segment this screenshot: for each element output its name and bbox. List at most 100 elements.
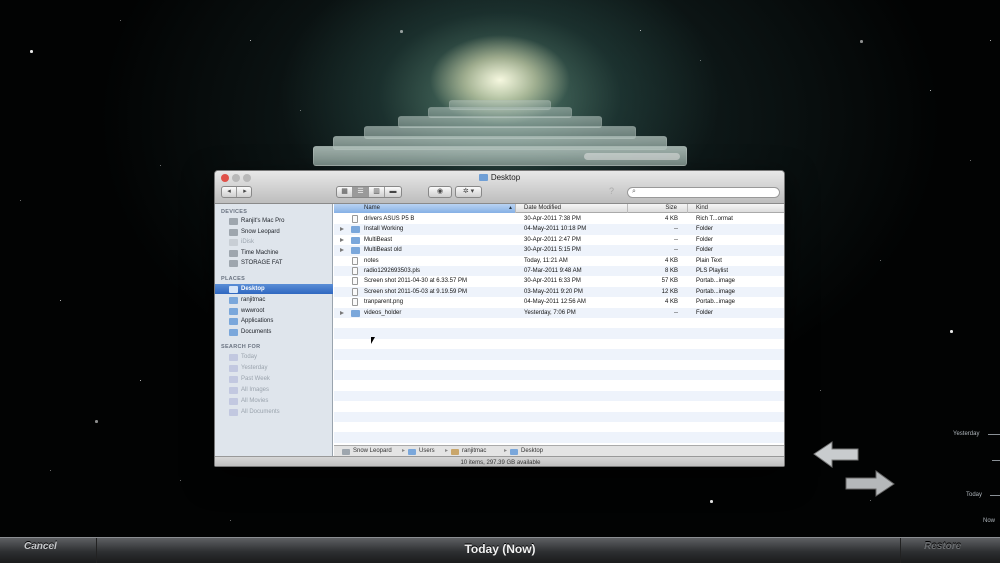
path-bar: Snow Leopard ▸ Users ▸ ranjitmac ▸ Desktop — [334, 445, 784, 456]
column-header-date[interactable]: Date Modified — [516, 204, 628, 213]
column-header-kind[interactable]: Kind — [688, 204, 784, 213]
cell-name: MultiBeast old — [364, 247, 402, 254]
timeline-now[interactable]: Now — [983, 518, 995, 524]
sidebar-item-all-movies[interactable]: All Movies — [215, 396, 333, 406]
star — [120, 20, 122, 22]
navigation-arrows[interactable] — [806, 440, 902, 500]
forward-in-time-arrow-icon[interactable] — [845, 470, 895, 497]
action-menu-button[interactable]: ✲ ▾ — [455, 186, 482, 198]
smart-search-icon — [229, 387, 238, 394]
cover-flow-icon[interactable]: ▬ — [385, 187, 401, 197]
backup-window-stack-1[interactable] — [313, 146, 687, 166]
table-row[interactable]: MultiBeast old 30-Apr-2011 5:15 PM -- Folde… — [334, 245, 784, 256]
restore-button[interactable]: Restore — [924, 541, 961, 552]
sidebar-item-all-images[interactable]: All Images — [215, 385, 333, 395]
table-row[interactable]: videos_holder Yesterday, 7:06 PM -- Folder — [334, 307, 784, 318]
document-icon — [352, 298, 358, 307]
empty-row — [334, 401, 784, 411]
quick-look-button[interactable]: ◉ — [428, 186, 452, 198]
empty-row — [334, 360, 784, 370]
sidebar-item-wwwroot[interactable]: wwwroot — [215, 306, 333, 316]
help-icon[interactable]: ? — [609, 186, 614, 196]
sidebar-item-label: iDisk — [241, 239, 254, 246]
star — [400, 30, 403, 33]
column-view-icon[interactable]: ▥ — [369, 187, 385, 197]
folder-icon — [229, 329, 238, 337]
list-header: Name ▲ Date Modified Size Kind — [334, 204, 784, 213]
folder-icon — [408, 449, 416, 455]
sidebar-item-time-machine[interactable]: Time Machine — [215, 248, 333, 258]
finder-window[interactable]: Desktop ◂ ▸ ▦ ☰ ▥ ▬ ◉ ✲ ▾ ? ⌕ DEVICES Ra… — [214, 170, 785, 467]
sidebar-item-documents[interactable]: Documents — [215, 327, 333, 337]
folder-icon — [351, 226, 360, 234]
disclosure-triangle-icon[interactable] — [340, 227, 344, 232]
sidebar-item-ranjitmac[interactable]: ranjitmac — [215, 295, 333, 305]
table-row[interactable]: tranparent.png 04-May-2011 12:56 AM 4 KB Po… — [334, 297, 784, 307]
cell-kind: Rich T...ormat — [696, 216, 733, 222]
forward-arrow-icon[interactable]: ▸ — [238, 187, 252, 197]
list-view-icon[interactable]: ☰ — [353, 187, 369, 197]
empty-row — [334, 411, 784, 422]
star — [820, 390, 822, 392]
table-row[interactable]: drivers ASUS P5 B 30-Apr-2011 7:38 PM 4 KB… — [334, 214, 784, 224]
cell-date: Today, 11:21 AM — [524, 257, 568, 264]
search-input[interactable]: ⌕ — [627, 187, 780, 198]
cell-kind: Folder — [696, 309, 714, 316]
view-mode-control[interactable]: ▦ ☰ ▥ ▬ — [336, 186, 402, 198]
star — [140, 380, 142, 382]
table-row[interactable]: MultiBeast 30-Apr-2011 2:47 PM -- Folder — [334, 235, 784, 245]
table-row[interactable]: Install Working 04-May-2011 10:18 PM -- Fol… — [334, 224, 784, 235]
table-row[interactable]: Screen shot 2011-04-30 at 6.33.57 PM 30-A… — [334, 276, 784, 286]
disclosure-triangle-icon[interactable] — [340, 248, 344, 253]
table-row[interactable]: radio1292693503.pls 07-Mar-2011 9:48 AM 8 … — [334, 266, 784, 277]
table-row[interactable]: notes Today, 11:21 AM 4 KB Plain Text — [334, 256, 784, 266]
star — [160, 165, 162, 167]
table-row[interactable]: Screen shot 2011-05-03 at 9.19.59 PM 03-M… — [334, 286, 784, 298]
star — [50, 470, 52, 472]
cell-size: -- — [674, 236, 678, 243]
cell-name: tranparent.png — [364, 299, 404, 306]
empty-row — [334, 390, 784, 402]
sidebar-item-all-documents[interactable]: All Documents — [215, 407, 333, 417]
sidebar-item-ranjit-s-mac-pro[interactable]: Ranjit's Mac Pro — [215, 216, 333, 226]
sidebar: DEVICES Ranjit's Mac Pro Snow Leopard iDis… — [215, 204, 333, 466]
document-icon — [352, 287, 358, 296]
back-in-time-arrow-icon[interactable] — [813, 441, 859, 468]
sidebar-item-applications[interactable]: Applications — [215, 316, 333, 326]
file-list[interactable]: Name ▲ Date Modified Size Kind drivers A… — [334, 204, 784, 445]
sidebar-item-label: Desktop — [241, 286, 265, 292]
timeline-yesterday[interactable]: Yesterday — [953, 431, 979, 437]
empty-row — [334, 339, 784, 349]
disclosure-triangle-icon[interactable] — [340, 310, 344, 315]
drive-icon — [229, 239, 238, 247]
sidebar-item-storage-fat[interactable]: STORAGE FAT — [215, 258, 333, 268]
sidebar-item-desktop[interactable]: Desktop — [215, 284, 333, 294]
smart-search-icon — [229, 376, 238, 383]
sidebar-item-past-week[interactable]: Past Week — [215, 374, 333, 384]
sidebar-header-search-for: SEARCH FOR — [221, 344, 261, 350]
back-forward-control[interactable]: ◂ ▸ — [221, 186, 252, 198]
column-header-size[interactable]: Size — [628, 204, 688, 213]
window-titlebar[interactable]: Desktop ◂ ▸ ▦ ☰ ▥ ▬ ◉ ✲ ▾ ? ⌕ — [215, 171, 784, 204]
document-icon — [352, 215, 358, 223]
timeline-tick — [990, 495, 1000, 496]
smart-search-icon — [229, 409, 238, 416]
back-arrow-icon[interactable]: ◂ — [222, 187, 237, 197]
sidebar-item-label: Yesterday — [241, 365, 268, 371]
sidebar-item-idisk[interactable]: iDisk — [215, 237, 333, 247]
sidebar-item-yesterday[interactable]: Yesterday — [215, 363, 333, 373]
smart-search-icon — [229, 365, 238, 372]
icon-view-icon[interactable]: ▦ — [337, 187, 353, 197]
timeline-today[interactable]: Today — [966, 492, 982, 498]
disclosure-triangle-icon[interactable] — [340, 237, 344, 242]
sidebar-item-today[interactable]: Today — [215, 352, 333, 362]
cell-size: -- — [674, 226, 678, 233]
cell-date: 04-May-2011 12:56 AM — [524, 299, 586, 306]
column-header-name[interactable]: Name — [334, 204, 516, 213]
cell-kind: Portab...image — [696, 278, 736, 285]
sidebar-item-snow-leopard[interactable]: Snow Leopard — [215, 227, 333, 237]
cell-date: Yesterday, 7:06 PM — [524, 309, 576, 316]
cell-size: 8 KB — [664, 268, 678, 274]
cell-size: 12 KB — [661, 288, 678, 295]
cell-size: 4 KB — [664, 257, 678, 264]
